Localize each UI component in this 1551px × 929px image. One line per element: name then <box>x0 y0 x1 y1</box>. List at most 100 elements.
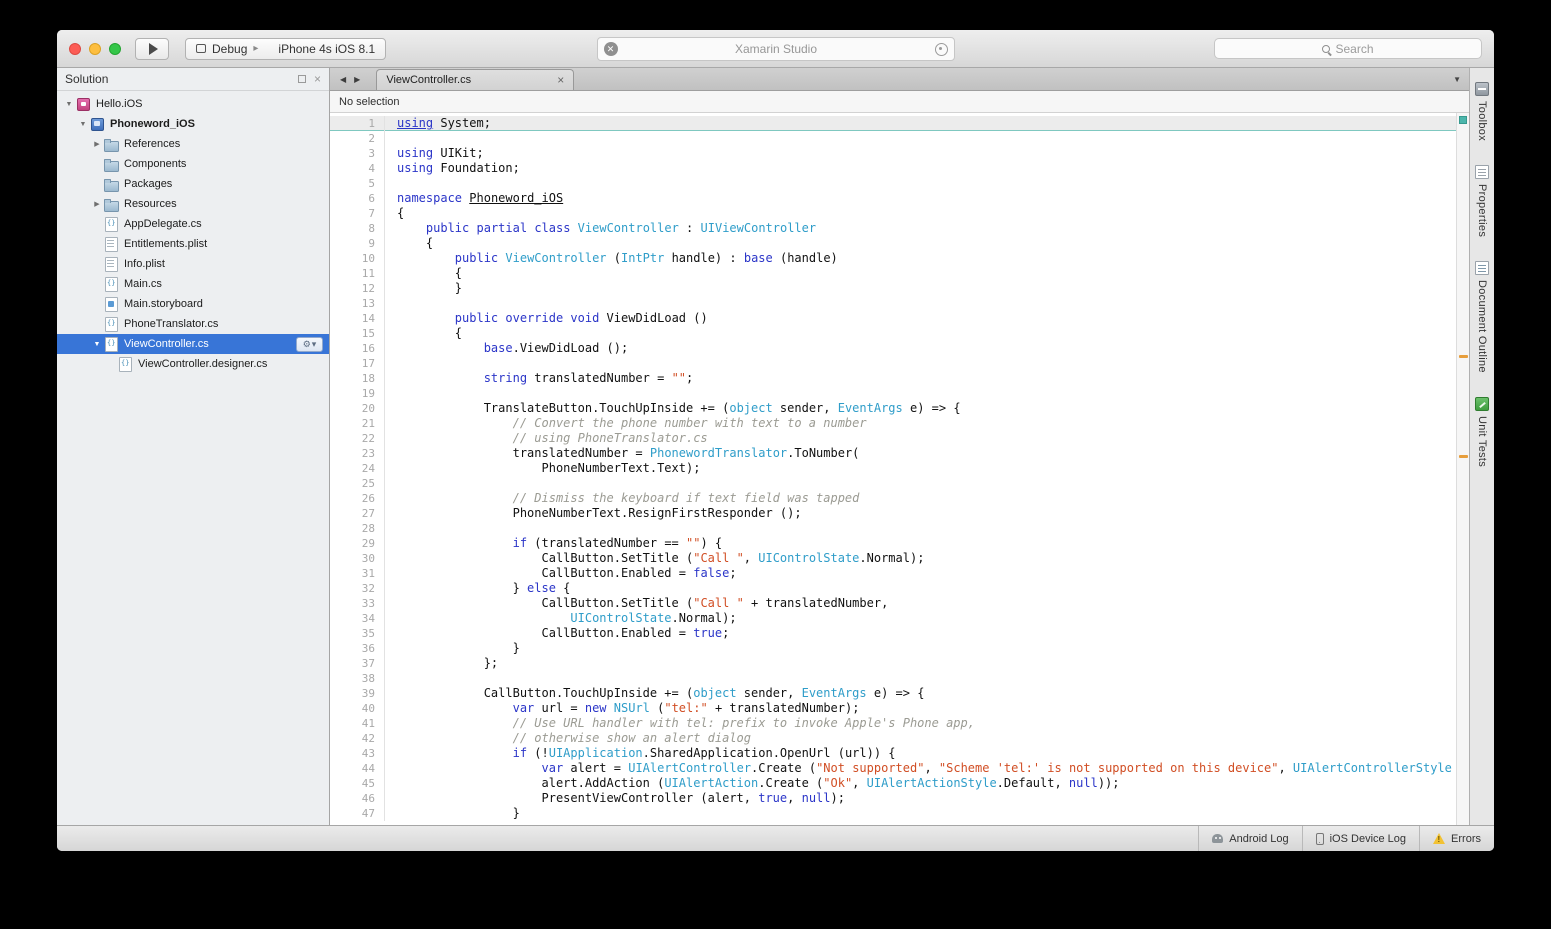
code-line-7[interactable]: 7{ <box>330 206 1469 221</box>
disclosure-triangle-icon[interactable]: ▶ <box>91 140 103 148</box>
close-pad-icon[interactable]: × <box>314 74 321 84</box>
code-line-45[interactable]: 45 alert.AddAction (UIAlertAction.Create… <box>330 776 1469 791</box>
navigate-forward-button[interactable]: ▶ <box>354 75 360 84</box>
code-line-8[interactable]: 8 public partial class ViewController : … <box>330 221 1469 236</box>
code-line-6[interactable]: 6namespace Phoneword_iOS <box>330 191 1469 206</box>
tree-item-entitlements-plist[interactable]: Entitlements.plist <box>57 234 329 254</box>
code-line-33[interactable]: 33 CallButton.SetTitle ("Call " + transl… <box>330 596 1469 611</box>
item-options-button[interactable]: ⚙▾ <box>296 337 323 352</box>
code-line-36[interactable]: 36 } <box>330 641 1469 656</box>
android-log-button[interactable]: Android Log <box>1198 826 1301 851</box>
tab-viewcontroller-cs[interactable]: ViewController.cs× <box>376 69 574 90</box>
warning-mark[interactable] <box>1459 355 1468 358</box>
tab-list-dropdown-icon[interactable]: ▼ <box>1453 75 1461 84</box>
tree-item-phoneword-ios[interactable]: ▼Phoneword_iOS <box>57 114 329 134</box>
code-line-39[interactable]: 39 CallButton.TouchUpInside += (object s… <box>330 686 1469 701</box>
errors-button[interactable]: Errors <box>1419 826 1494 851</box>
code-line-10[interactable]: 10 public ViewController (IntPtr handle)… <box>330 251 1469 266</box>
code-line-21[interactable]: 21 // Convert the phone number with text… <box>330 416 1469 431</box>
minimize-window-button[interactable] <box>89 43 101 55</box>
tree-item-main-cs[interactable]: Main.cs <box>57 274 329 294</box>
tree-item-hello-ios[interactable]: ▼Hello.iOS <box>57 94 329 114</box>
code-token: , <box>852 776 866 790</box>
code-line-44[interactable]: 44 var alert = UIAlertController.Create … <box>330 761 1469 776</box>
code-line-47[interactable]: 47 } <box>330 806 1469 821</box>
code-line-12[interactable]: 12 } <box>330 281 1469 296</box>
code-line-28[interactable]: 28 <box>330 521 1469 536</box>
code-line-20[interactable]: 20 TranslateButton.TouchUpInside += (obj… <box>330 401 1469 416</box>
code-line-4[interactable]: 4using Foundation; <box>330 161 1469 176</box>
code-line-18[interactable]: 18 string translatedNumber = ""; <box>330 371 1469 386</box>
code-line-41[interactable]: 41 // Use URL handler with tel: prefix t… <box>330 716 1469 731</box>
tree-item-viewcontroller-designer-cs[interactable]: ViewController.designer.cs <box>57 354 329 374</box>
fold-margin <box>384 506 397 521</box>
code-line-1[interactable]: 1using System; <box>330 116 1469 131</box>
code-line-17[interactable]: 17 <box>330 356 1469 371</box>
code-line-15[interactable]: 15 { <box>330 326 1469 341</box>
quick-task-status-icon[interactable] <box>1459 116 1467 124</box>
code-line-43[interactable]: 43 if (!UIApplication.SharedApplication.… <box>330 746 1469 761</box>
code-line-25[interactable]: 25 <box>330 476 1469 491</box>
code-line-34[interactable]: 34 UIControlState.Normal); <box>330 611 1469 626</box>
code-text: public ViewController (IntPtr handle) : … <box>397 251 838 266</box>
code-token: CallButton.SetTitle ( <box>397 551 693 565</box>
pad-tab-toolbox[interactable]: Toolbox <box>1475 82 1489 141</box>
code-line-42[interactable]: 42 // otherwise show an alert dialog <box>330 731 1469 746</box>
tree-item-appdelegate-cs[interactable]: AppDelegate.cs <box>57 214 329 234</box>
code-line-26[interactable]: 26 // Dismiss the keyboard if text field… <box>330 491 1469 506</box>
tree-item-references[interactable]: ▶References <box>57 134 329 154</box>
code-line-27[interactable]: 27 PhoneNumberText.ResignFirstResponder … <box>330 506 1469 521</box>
tree-item-label: Main.cs <box>124 278 162 290</box>
tree-item-viewcontroller-cs[interactable]: ▼ViewController.cs⚙▾ <box>57 334 329 354</box>
warning-mark[interactable] <box>1459 455 1468 458</box>
run-button[interactable] <box>135 38 169 60</box>
overview-ruler[interactable] <box>1456 113 1469 825</box>
tree-item-components[interactable]: Components <box>57 154 329 174</box>
code-line-22[interactable]: 22 // using PhoneTranslator.cs <box>330 431 1469 446</box>
code-line-19[interactable]: 19 <box>330 386 1469 401</box>
disclosure-triangle-icon[interactable]: ▼ <box>77 121 89 128</box>
tab-close-icon[interactable]: × <box>557 75 564 85</box>
tree-item-label: Packages <box>124 178 172 190</box>
configuration-selector[interactable]: Debug ▸ <box>186 39 268 59</box>
navigate-back-button[interactable]: ◀ <box>340 75 346 84</box>
code-line-14[interactable]: 14 public override void ViewDidLoad () <box>330 311 1469 326</box>
tree-item-packages[interactable]: Packages <box>57 174 329 194</box>
tree-item-info-plist[interactable]: Info.plist <box>57 254 329 274</box>
code-line-13[interactable]: 13 <box>330 296 1469 311</box>
dock-pad-icon[interactable] <box>298 75 306 83</box>
code-line-31[interactable]: 31 CallButton.Enabled = false; <box>330 566 1469 581</box>
ios-device-log-button[interactable]: iOS Device Log <box>1302 826 1419 851</box>
zoom-window-button[interactable] <box>109 43 121 55</box>
code-line-46[interactable]: 46 PresentViewController (alert, true, n… <box>330 791 1469 806</box>
close-window-button[interactable] <box>69 43 81 55</box>
code-line-23[interactable]: 23 translatedNumber = PhonewordTranslato… <box>330 446 1469 461</box>
code-line-35[interactable]: 35 CallButton.Enabled = true; <box>330 626 1469 641</box>
pad-tab-document-outline[interactable]: Document Outline <box>1475 261 1489 373</box>
pad-tab-unit-tests[interactable]: Unit Tests <box>1475 397 1489 467</box>
code-line-9[interactable]: 9 { <box>330 236 1469 251</box>
status-progress-icon[interactable] <box>935 43 948 56</box>
tree-item-main-storyboard[interactable]: Main.storyboard <box>57 294 329 314</box>
device-selector[interactable]: iPhone 4s iOS 8.1 <box>268 39 385 59</box>
disclosure-triangle-icon[interactable]: ▶ <box>91 200 103 208</box>
disclosure-triangle-icon[interactable]: ▼ <box>91 341 103 348</box>
code-line-2[interactable]: 2 <box>330 131 1469 146</box>
tree-item-phonetranslator-cs[interactable]: PhoneTranslator.cs <box>57 314 329 334</box>
code-line-5[interactable]: 5 <box>330 176 1469 191</box>
code-line-38[interactable]: 38 <box>330 671 1469 686</box>
code-line-37[interactable]: 37 }; <box>330 656 1469 671</box>
disclosure-triangle-icon[interactable]: ▼ <box>63 101 75 108</box>
code-line-32[interactable]: 32 } else { <box>330 581 1469 596</box>
code-line-30[interactable]: 30 CallButton.SetTitle ("Call ", UIContr… <box>330 551 1469 566</box>
pad-tab-properties[interactable]: Properties <box>1475 165 1489 237</box>
tree-item-resources[interactable]: ▶Resources <box>57 194 329 214</box>
code-line-3[interactable]: 3using UIKit; <box>330 146 1469 161</box>
code-line-40[interactable]: 40 var url = new NSUrl ("tel:" + transla… <box>330 701 1469 716</box>
code-line-29[interactable]: 29 if (translatedNumber == "") { <box>330 536 1469 551</box>
code-line-11[interactable]: 11 { <box>330 266 1469 281</box>
code-line-24[interactable]: 24 PhoneNumberText.Text); <box>330 461 1469 476</box>
code-editor[interactable]: 1using System;23using UIKit;4using Found… <box>330 113 1469 825</box>
search-input[interactable]: Search <box>1214 38 1482 59</box>
code-line-16[interactable]: 16 base.ViewDidLoad (); <box>330 341 1469 356</box>
